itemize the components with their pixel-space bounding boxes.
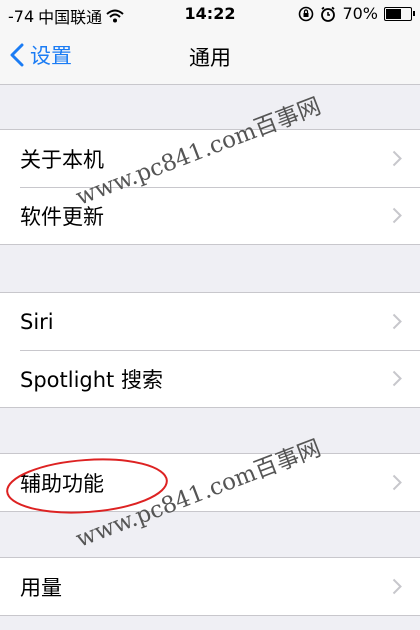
chevron-right-icon xyxy=(392,313,402,330)
row-label: 软件更新 xyxy=(20,204,104,229)
status-right: 70% xyxy=(298,4,415,23)
page-title: 通用 xyxy=(189,46,231,70)
status-bar: -74 中国联通 14:22 70% xyxy=(0,0,420,28)
chevron-right-icon xyxy=(392,370,402,387)
settings-group-accessibility: 辅助功能 xyxy=(0,453,420,512)
battery-icon xyxy=(384,6,415,21)
settings-group-search: Siri Spotlight 搜索 xyxy=(0,292,420,408)
settings-row-software-update[interactable]: 软件更新 xyxy=(0,187,420,244)
battery-percent: 70% xyxy=(342,4,378,23)
row-label: Spotlight 搜索 xyxy=(20,367,163,392)
row-label: 关于本机 xyxy=(20,147,104,172)
row-label: Siri xyxy=(20,309,54,334)
settings-row-about[interactable]: 关于本机 xyxy=(0,130,420,187)
row-label: 用量 xyxy=(20,575,62,600)
chevron-right-icon xyxy=(392,150,402,167)
chevron-right-icon xyxy=(392,578,402,595)
settings-row-siri[interactable]: Siri xyxy=(0,293,420,350)
settings-group-about: 关于本机 软件更新 xyxy=(0,129,420,245)
chevron-right-icon xyxy=(392,207,402,224)
settings-row-accessibility[interactable]: 辅助功能 xyxy=(0,454,420,511)
settings-row-usage[interactable]: 用量 xyxy=(0,558,420,615)
navigation-bar: 设置 通用 xyxy=(0,28,420,85)
rotation-lock-icon xyxy=(299,6,314,21)
row-label: 辅助功能 xyxy=(20,471,104,496)
settings-group-usage: 用量 xyxy=(0,557,420,616)
chevron-right-icon xyxy=(392,474,402,491)
alarm-icon xyxy=(321,6,336,22)
settings-row-spotlight-search[interactable]: Spotlight 搜索 xyxy=(0,350,420,407)
